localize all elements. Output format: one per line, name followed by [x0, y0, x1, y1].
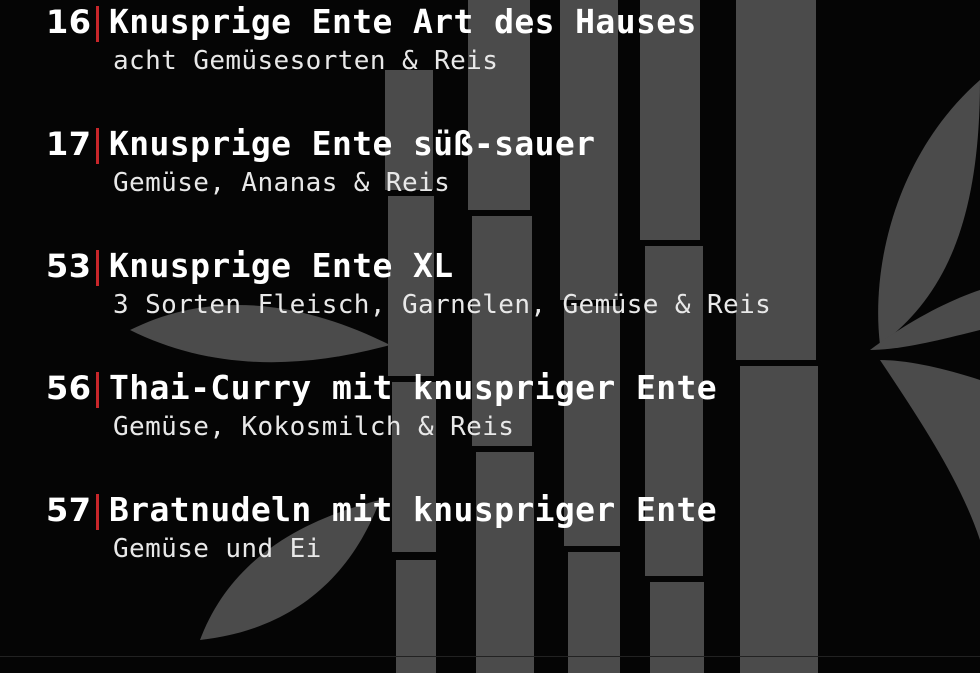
dish-description: 3 Sorten Fleisch, Garnelen, Gemüse & Rei… [113, 290, 772, 320]
red-divider [96, 494, 99, 530]
menu-item[interactable]: 57 Bratnudeln mit knuspriger Ente Gemüse… [46, 490, 966, 564]
dish-number: 57 [46, 491, 92, 529]
dish-title: Thai-Curry mit knuspriger Ente [109, 368, 718, 407]
dish-title: Knusprige Ente süß-sauer [109, 124, 596, 163]
dish-title: Knusprige Ente XL [109, 246, 454, 285]
red-divider [96, 372, 99, 408]
menu-item[interactable]: 17 Knusprige Ente süß-sauer Gemüse, Anan… [46, 124, 966, 198]
red-divider [96, 128, 99, 164]
dish-number: 17 [46, 125, 92, 163]
dish-title: Bratnudeln mit knuspriger Ente [109, 490, 718, 529]
dish-description: Gemüse, Ananas & Reis [113, 168, 451, 198]
bottom-divider [0, 656, 980, 657]
dish-description: Gemüse, Kokosmilch & Reis [113, 412, 515, 442]
menu-item[interactable]: 53 Knusprige Ente XL 3 Sorten Fleisch, G… [46, 246, 966, 320]
dish-number: 53 [46, 247, 92, 285]
menu-list: 16 Knusprige Ente Art des Hauses acht Ge… [0, 0, 980, 673]
menu-item[interactable]: 56 Thai-Curry mit knuspriger Ente Gemüse… [46, 368, 966, 442]
dish-number: 16 [46, 3, 92, 41]
dish-number: 56 [46, 369, 92, 407]
red-divider [96, 6, 99, 42]
menu-item[interactable]: 16 Knusprige Ente Art des Hauses acht Ge… [46, 2, 966, 76]
dish-description: acht Gemüsesorten & Reis [113, 46, 499, 76]
dish-description: Gemüse und Ei [113, 534, 322, 564]
dish-title: Knusprige Ente Art des Hauses [109, 2, 697, 41]
red-divider [96, 250, 99, 286]
